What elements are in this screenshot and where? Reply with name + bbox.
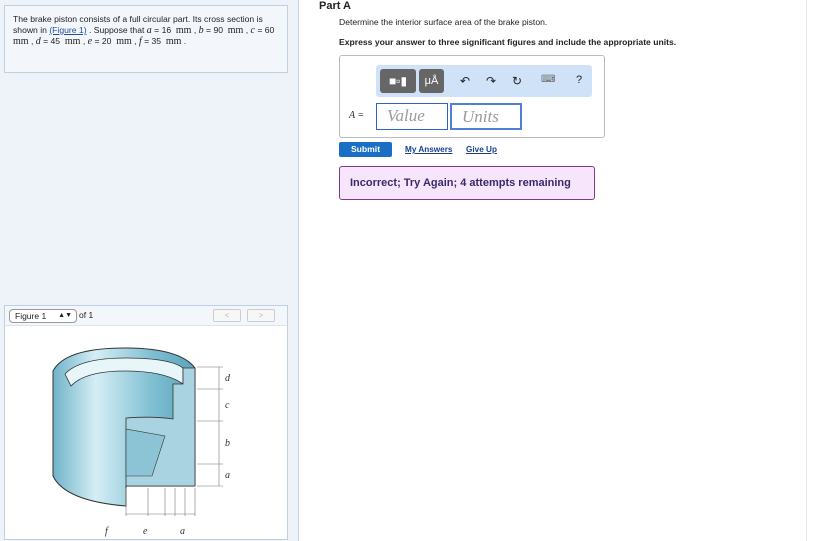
reset-icon[interactable]: ↻ [512, 74, 522, 88]
label-e: e [143, 526, 148, 537]
help-icon[interactable]: ? [576, 74, 582, 86]
brake-piston-figure: d c b a f e a [52, 347, 231, 537]
label-f: f [105, 526, 109, 537]
figure-panel: Figure 1 ▲▼ of 1 < > d c b a f e a [4, 305, 288, 540]
feedback-message: Incorrect; Try Again; 4 attempts remaini… [339, 166, 595, 200]
variable-a: a = 16 mm , [146, 25, 199, 36]
updown-icon: ▲▼ [58, 312, 72, 319]
prev-figure-button[interactable]: < [213, 309, 241, 322]
figure-select[interactable]: Figure 1 ▲▼ [9, 309, 77, 323]
undo-icon[interactable]: ↶ [460, 74, 470, 88]
figure-header: Figure 1 ▲▼ of 1 < > [5, 306, 287, 326]
instructions-text: Express your answer to three significant… [339, 37, 677, 47]
redo-icon[interactable]: ↷ [486, 74, 496, 88]
variable-d: d = 45 mm , [35, 36, 88, 47]
my-answers-link[interactable]: My Answers [405, 145, 452, 154]
variable-b: b = 90 mm , [198, 25, 251, 36]
submit-button[interactable]: Submit [339, 142, 392, 157]
problem-statement: The brake piston consists of a full circ… [4, 5, 288, 73]
scrollbar[interactable] [806, 0, 822, 541]
problem-text: . Suppose that [86, 25, 147, 35]
variable-f: f = 35 mm . [138, 36, 187, 47]
value-input[interactable]: Value [376, 103, 448, 130]
units-button[interactable]: μÅ [419, 69, 444, 93]
label-c: c [225, 400, 230, 411]
units-input[interactable]: Units [450, 103, 522, 130]
math-toolbar: ■▫▮ μÅ ↶ ↷ ↻ ⌨ ? [376, 65, 592, 97]
answer-variable: A = [349, 110, 365, 121]
label-a-bottom: a [180, 526, 185, 537]
answer-box: ■▫▮ μÅ ↶ ↷ ↻ ⌨ ? A = Value Units [339, 55, 605, 138]
left-panel: The brake piston consists of a full circ… [0, 0, 299, 541]
give-up-link[interactable]: Give Up [466, 145, 497, 154]
part-title: Part A [319, 0, 351, 12]
figure-count: of 1 [79, 310, 94, 320]
next-figure-button[interactable]: > [247, 309, 275, 322]
label-d: d [225, 373, 231, 384]
templates-button[interactable]: ■▫▮ [380, 69, 416, 93]
figure-link[interactable]: (Figure 1) [49, 25, 86, 35]
variable-e: e = 20 mm , [87, 36, 139, 47]
answer-label: A = [349, 110, 364, 121]
label-a: a [225, 470, 230, 481]
keyboard-icon[interactable]: ⌨ [541, 74, 555, 85]
templates-icon: ■▫▮ [388, 74, 408, 88]
question-text: Determine the interior surface area of t… [339, 17, 548, 27]
figure-select-value: Figure 1 [15, 311, 47, 321]
label-b: b [225, 438, 230, 449]
